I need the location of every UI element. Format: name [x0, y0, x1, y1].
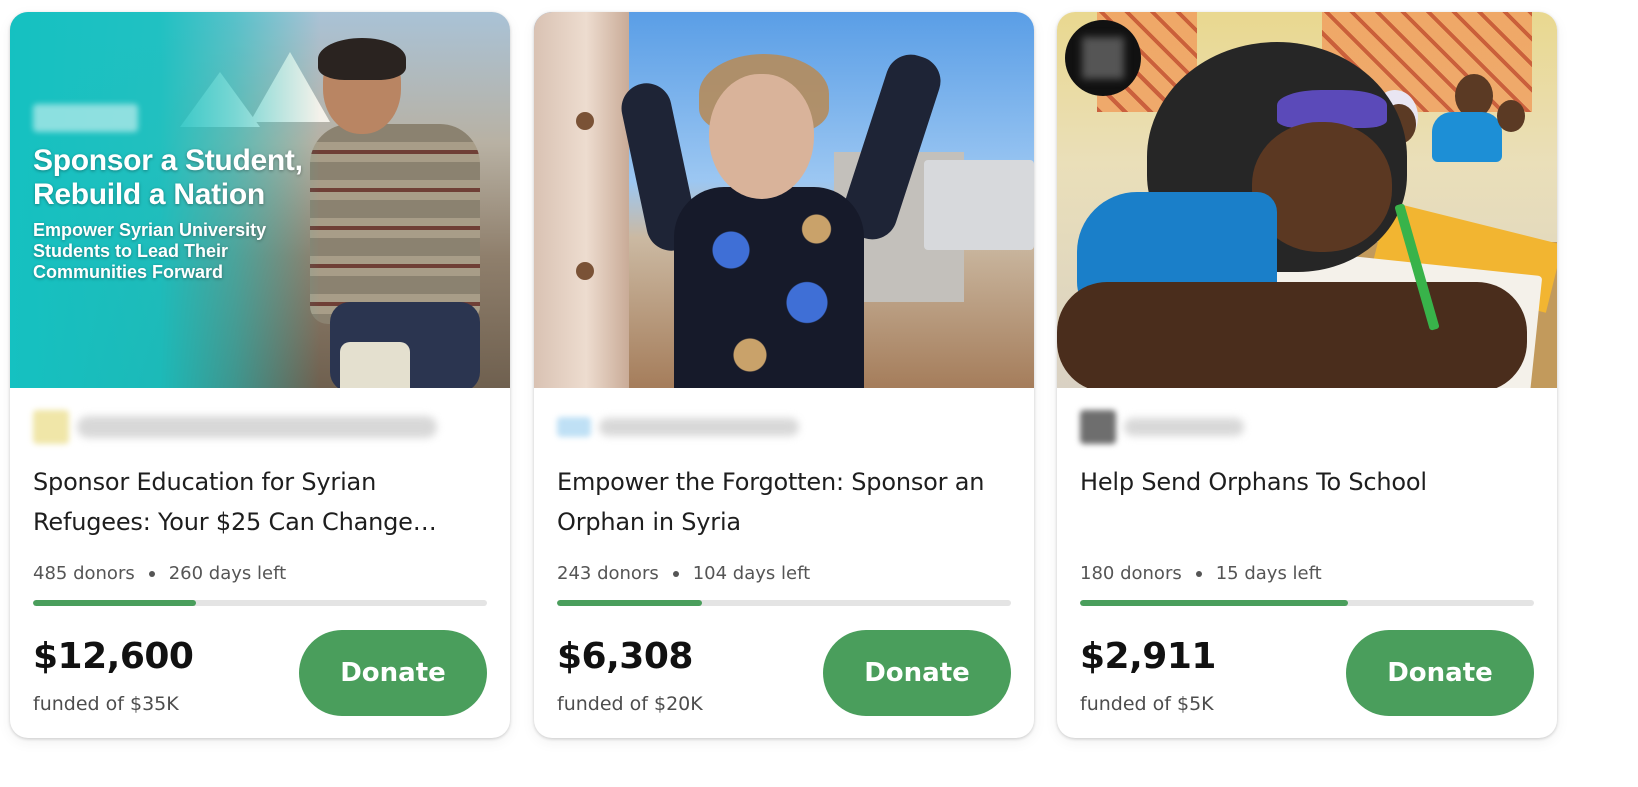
card-body: Empower the Forgotten: Sponsor an Orphan… — [557, 388, 1011, 738]
blurred-avatar-image — [1082, 37, 1124, 79]
progress-bar — [33, 600, 487, 606]
amount-raised: $12,600 — [33, 636, 194, 677]
fundraiser-stats: 180 donors 15 days left — [1080, 563, 1322, 584]
fundraiser-title[interactable]: Help Send Orphans To School — [1080, 462, 1534, 502]
girl-figure — [674, 187, 864, 388]
organizer-row[interactable] — [1080, 408, 1244, 446]
fundraiser-stats: 243 donors 104 days left — [557, 563, 810, 584]
truck-shape — [924, 160, 1034, 250]
girl-arm — [1057, 282, 1527, 388]
fundraiser-title[interactable]: Sponsor Education for Syrian Refugees: Y… — [33, 462, 487, 542]
card-body: Sponsor Education for Syrian Refugees: Y… — [33, 388, 487, 738]
donor-count: 485 donors — [33, 563, 135, 584]
separator-dot — [1195, 570, 1202, 577]
fundraiser-photo[interactable] — [1057, 12, 1557, 388]
organizer-name-blurred — [599, 418, 799, 436]
separator-dot — [148, 570, 155, 577]
progress-fill — [1080, 600, 1348, 606]
funding-goal: funded of $5K — [1080, 693, 1214, 715]
separator-dot — [672, 570, 679, 577]
progress-fill — [33, 600, 197, 606]
progress-bar — [1080, 600, 1534, 606]
amount-raised: $2,911 — [1080, 636, 1216, 677]
donate-button[interactable]: Donate — [1346, 630, 1534, 716]
fundraiser-photo[interactable]: Sponsor a Student, Rebuild a Nation Empo… — [10, 12, 510, 388]
progress-bar — [557, 600, 1011, 606]
fundraiser-title[interactable]: Empower the Forgotten: Sponsor an Orphan… — [557, 462, 1011, 542]
donor-count: 243 donors — [557, 563, 659, 584]
days-left: 104 days left — [692, 563, 811, 584]
door-shape — [534, 12, 629, 388]
fundraiser-photo[interactable] — [534, 12, 1034, 388]
fundraiser-card[interactable]: Empower the Forgotten: Sponsor an Orphan… — [534, 12, 1034, 738]
girl-head — [709, 74, 814, 199]
promo-headline: Sponsor a Student, Rebuild a Nation — [33, 144, 303, 211]
organizer-name-blurred — [1124, 418, 1244, 436]
kid-shirt — [1432, 112, 1502, 162]
organizer-logo — [33, 410, 69, 444]
funding-goal: funded of $35K — [33, 693, 179, 715]
kid-figure — [1497, 100, 1525, 132]
organizer-logo — [1080, 410, 1116, 444]
organizer-row[interactable] — [557, 408, 799, 446]
door-hole — [576, 262, 594, 280]
blurred-logo — [33, 104, 138, 132]
promo-subheadline: Empower Syrian University Students to Le… — [33, 220, 267, 282]
door-hole — [576, 112, 594, 130]
funding-goal: funded of $20K — [557, 693, 703, 715]
donate-button[interactable]: Donate — [299, 630, 487, 716]
days-left: 15 days left — [1215, 563, 1322, 584]
fundraiser-card[interactable]: Help Send Orphans To School 180 donors 1… — [1057, 12, 1557, 738]
days-left: 260 days left — [168, 563, 287, 584]
amount-raised: $6,308 — [557, 636, 693, 677]
fundraiser-stats: 485 donors 260 days left — [33, 563, 286, 584]
organizer-logo — [557, 417, 591, 437]
organizer-row[interactable] — [33, 408, 437, 446]
progress-fill — [557, 600, 703, 606]
donate-button[interactable]: Donate — [823, 630, 1011, 716]
fundraiser-card[interactable]: Sponsor a Student, Rebuild a Nation Empo… — [10, 12, 510, 738]
donor-count: 180 donors — [1080, 563, 1182, 584]
card-body: Help Send Orphans To School 180 donors 1… — [1080, 388, 1534, 738]
organizer-name-blurred — [77, 416, 437, 438]
organizer-avatar[interactable] — [1065, 20, 1141, 96]
